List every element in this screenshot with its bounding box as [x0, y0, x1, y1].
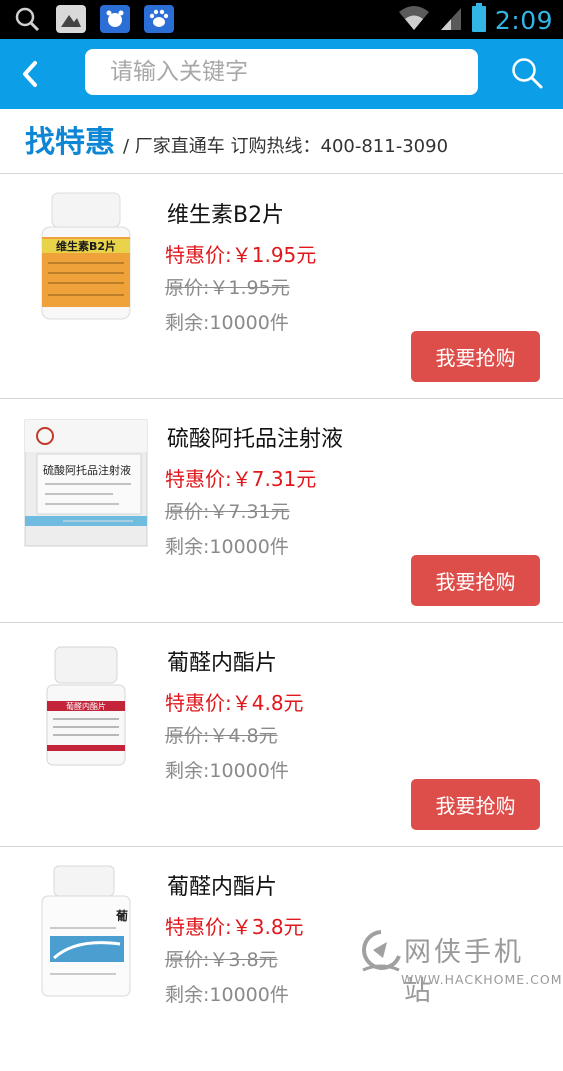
- search-icon: [510, 56, 544, 90]
- product-name[interactable]: 维生素B2片: [167, 197, 284, 229]
- stock-remaining: 剩余:10000件: [165, 308, 289, 335]
- product-name[interactable]: 硫酸阿托品注射液: [167, 421, 343, 453]
- product-name[interactable]: 葡醛内酯片: [167, 645, 277, 677]
- product-image[interactable]: 葡醛内酯片: [22, 637, 150, 777]
- section-heading: 找特惠 / 厂家直通车 订购热线：400-811-3090: [0, 109, 563, 174]
- product-image[interactable]: 维生素B2片: [22, 189, 150, 329]
- hotline-subtitle: / 厂家直通车 订购热线：400-811-3090: [123, 138, 448, 158]
- watermark-logo-icon: [359, 928, 403, 978]
- product-item[interactable]: 硫酸阿托品注射液 硫酸阿托品注射液 特惠价:￥7.31元 原价:￥7.31元 剩…: [0, 399, 563, 623]
- baidu-app-icon: [100, 5, 130, 33]
- status-bar: 2:09: [0, 0, 563, 39]
- search-input[interactable]: [85, 49, 478, 95]
- original-price: 原价:￥4.8元: [165, 721, 278, 748]
- svg-text:葡: 葡: [115, 908, 128, 923]
- wifi-icon: [397, 4, 431, 36]
- product-item[interactable]: 维生素B2片 维生素B2片 特惠价:￥1.95元 原价:￥1.95元 剩余:10…: [0, 175, 563, 399]
- special-price: 特惠价:￥4.8元: [165, 687, 304, 716]
- special-price: 特惠价:￥3.8元: [165, 911, 304, 940]
- chevron-left-icon: [20, 60, 40, 88]
- search-button[interactable]: [507, 53, 547, 93]
- stock-remaining: 剩余:10000件: [165, 756, 289, 783]
- svg-text:硫酸阿托品注射液: 硫酸阿托品注射液: [43, 463, 131, 477]
- stock-remaining: 剩余:10000件: [165, 980, 289, 1007]
- product-image[interactable]: 硫酸阿托品注射液: [22, 413, 150, 553]
- buy-now-button[interactable]: 我要抢购: [411, 779, 540, 830]
- original-price: 原价:￥7.31元: [165, 497, 290, 524]
- svg-text:维生素B2片: 维生素B2片: [56, 239, 116, 253]
- buy-now-button[interactable]: 我要抢购: [411, 331, 540, 382]
- watermark-text: 网侠手机站: [404, 930, 549, 1008]
- page-title: 找特惠: [25, 128, 115, 158]
- stock-remaining: 剩余:10000件: [165, 532, 289, 559]
- product-image[interactable]: 葡: [22, 861, 150, 1001]
- back-button[interactable]: [12, 54, 48, 94]
- battery-icon: [471, 3, 487, 37]
- signal-icon: [439, 4, 463, 36]
- gallery-icon: [56, 5, 86, 33]
- buy-now-button[interactable]: 我要抢购: [411, 555, 540, 606]
- top-bar: [0, 39, 563, 109]
- special-price: 特惠价:￥7.31元: [165, 463, 316, 492]
- product-name[interactable]: 葡醛内酯片: [167, 869, 277, 901]
- search-icon: [12, 5, 42, 33]
- watermark: 网侠手机站 WWW.HACKHOME.COM: [359, 926, 549, 996]
- baidu-paw-icon: [144, 5, 174, 33]
- special-price: 特惠价:￥1.95元: [165, 239, 316, 268]
- watermark-url: WWW.HACKHOME.COM: [401, 972, 563, 987]
- search-box[interactable]: [85, 49, 478, 95]
- original-price: 原价:￥3.8元: [165, 945, 278, 972]
- clock: 2:09: [495, 6, 553, 35]
- svg-text:葡醛内酯片: 葡醛内酯片: [66, 701, 106, 711]
- original-price: 原价:￥1.95元: [165, 273, 290, 300]
- product-item[interactable]: 葡醛内酯片 葡醛内酯片 特惠价:￥4.8元 原价:￥4.8元 剩余:10000件…: [0, 623, 563, 847]
